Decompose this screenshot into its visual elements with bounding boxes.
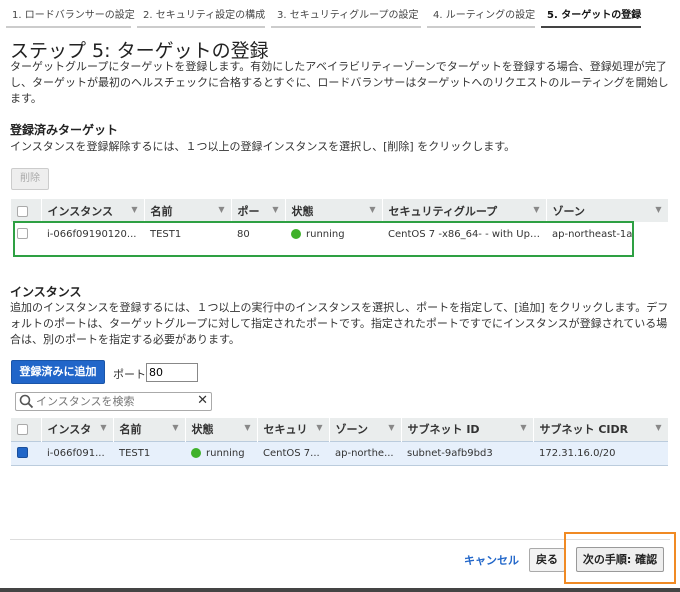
select-all-checkbox-cell[interactable] [11, 199, 42, 222]
cell-name: TEST1 [144, 222, 231, 246]
cell-security-group: CentOS 7... [257, 440, 329, 466]
sort-caret-icon: ▼ [388, 423, 395, 433]
select-all-checkbox-cell[interactable] [11, 418, 42, 441]
clear-search-icon[interactable]: ✕ [197, 393, 208, 408]
cell-subnet-cidr: 172.31.16.0/20 [533, 440, 668, 466]
step-1[interactable]: 1. ロードバランサーの設定 [6, 6, 135, 28]
running-status-icon [291, 228, 301, 239]
col-header-subnet-cidr[interactable]: サブネット CIDR ▼ [533, 418, 669, 441]
table-header-row: インスタンス ▼ 名前 ▼ ポー ▼ 状態 ▼ セキュリティグループ ▼ ゾーン ▼ [11, 199, 669, 222]
cell-instance: i-066f091... [41, 440, 113, 466]
page-description: ターゲットグループにターゲットを登録します。有効にしたアベイラビリティーゾーンで… [10, 60, 669, 105]
cell-security-group: CentOS 7 -x86_64- - with Upd... [382, 222, 546, 246]
instances-heading: インスタンス [10, 285, 82, 299]
table-header-row: インスタ ▼ 名前 ▼ 状態 ▼ セキュリ ▼ ゾーン ▼ サブネット ID ▼ サブネット… [11, 418, 669, 441]
col-header-subnet-id[interactable]: サブネット ID ▼ [401, 418, 534, 441]
wizard-steps: 1. ロードバランサーの設定 2. セキュリティ設定の構成 3. セキュリティグ… [6, 6, 669, 28]
cell-state: running [185, 440, 257, 466]
row-checkbox[interactable] [17, 447, 28, 459]
sort-caret-icon: ▼ [131, 204, 138, 214]
col-header-zone[interactable]: ゾーン ▼ [546, 199, 669, 222]
select-all-checkbox[interactable] [17, 424, 28, 436]
sort-caret-icon: ▼ [172, 423, 179, 433]
running-status-icon [191, 447, 201, 458]
cell-port: 80 [231, 222, 285, 246]
col-header-state[interactable]: 状態 ▼ [285, 199, 383, 222]
sort-caret-icon: ▼ [316, 423, 323, 433]
registered-targets-heading: 登録済みターゲット [10, 123, 119, 137]
port-input[interactable] [146, 363, 198, 382]
cell-subnet-id: subnet-9afb9bd3 [401, 440, 533, 466]
step-5: 5. ターゲットの登録 [541, 6, 641, 28]
sort-caret-icon: ▼ [272, 204, 279, 214]
cell-state: running [285, 222, 382, 246]
col-header-name[interactable]: 名前 ▼ [113, 418, 186, 441]
add-to-registered-button[interactable]: 登録済みに追加 [11, 360, 105, 384]
cell-instance: i-066f09190120... [41, 222, 144, 246]
sort-caret-icon: ▼ [100, 423, 107, 433]
search-input[interactable] [36, 394, 186, 409]
col-header-instance[interactable]: インスタ ▼ [41, 418, 114, 441]
sort-caret-icon: ▼ [655, 204, 662, 214]
sort-caret-icon: ▼ [655, 423, 662, 433]
port-label: ポート [113, 368, 146, 381]
cell-zone: ap-northe... [329, 440, 401, 466]
table-row[interactable]: i-066f09190120... TEST1 80 running CentO… [11, 222, 668, 246]
registered-targets-table: インスタンス ▼ 名前 ▼ ポー ▼ 状態 ▼ セキュリティグループ ▼ ゾーン ▼ i-0… [11, 199, 669, 246]
instances-table: インスタ ▼ 名前 ▼ 状態 ▼ セキュリ ▼ ゾーン ▼ サブネット ID ▼ サブネット… [11, 418, 669, 466]
remove-button[interactable]: 削除 [11, 168, 49, 190]
cancel-link[interactable]: キャンセル [464, 552, 519, 568]
next-review-button[interactable]: 次の手順: 確認 [576, 547, 664, 572]
search-icon [19, 394, 34, 409]
row-checkbox[interactable] [17, 228, 28, 240]
step-2[interactable]: 2. セキュリティ設定の構成 [137, 6, 265, 28]
col-header-security-group[interactable]: セキュリティグループ ▼ [382, 199, 547, 222]
sort-caret-icon: ▼ [520, 423, 527, 433]
sort-caret-icon: ▼ [218, 204, 225, 214]
cell-zone: ap-northeast-1a [546, 222, 668, 246]
col-header-port[interactable]: ポー ▼ [231, 199, 286, 222]
bottom-bar [0, 588, 680, 592]
step-4[interactable]: 4. ルーティングの設定 [427, 6, 535, 28]
instance-search[interactable]: ✕ [15, 392, 212, 411]
footer-divider [10, 539, 670, 540]
sort-caret-icon: ▼ [533, 204, 540, 214]
sort-caret-icon: ▼ [244, 423, 251, 433]
sort-caret-icon: ▼ [369, 204, 376, 214]
instances-instructions: 追加のインスタンスを登録するには、１つ以上の実行中のインスタンスを選択し、ポート… [10, 301, 669, 346]
step-3[interactable]: 3. セキュリティグループの設定 [271, 6, 421, 28]
col-header-instance[interactable]: インスタンス ▼ [41, 199, 145, 222]
col-header-state[interactable]: 状態 ▼ [185, 418, 258, 441]
back-button[interactable]: 戻る [529, 548, 565, 572]
table-row[interactable]: i-066f091... TEST1 running CentOS 7... a… [11, 440, 668, 466]
select-all-checkbox[interactable] [17, 205, 28, 217]
col-header-zone[interactable]: ゾーン ▼ [329, 418, 402, 441]
cell-name: TEST1 [113, 440, 185, 466]
registered-targets-instructions: インスタンスを登録解除するには、１つ以上の登録インスタンスを選択し、[削除] を… [10, 140, 516, 153]
col-header-name[interactable]: 名前 ▼ [144, 199, 232, 222]
col-header-security-group[interactable]: セキュリ ▼ [257, 418, 330, 441]
